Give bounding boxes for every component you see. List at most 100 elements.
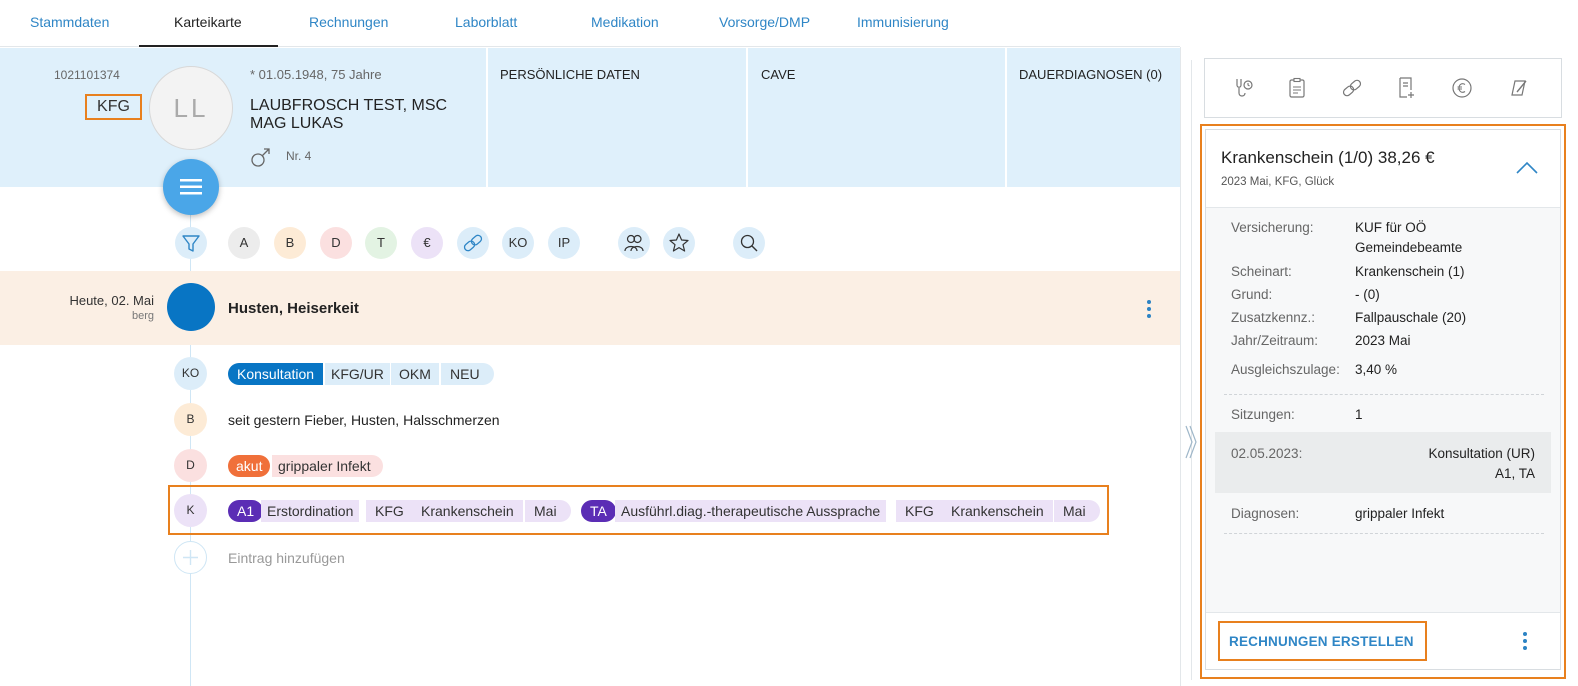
header-divider	[486, 48, 488, 187]
link-icon[interactable]	[1340, 76, 1364, 100]
card-key-sitzungen: Sitzungen:	[1231, 407, 1295, 422]
k-code-a1[interactable]: A1	[228, 500, 264, 522]
filter-favorites[interactable]	[663, 227, 695, 259]
filter-b[interactable]: B	[274, 227, 306, 259]
card-value-grund: - (0)	[1355, 287, 1380, 302]
d-label: D	[174, 449, 207, 482]
card-key-jahr: Jahr/Zeitraum:	[1231, 333, 1319, 348]
filter-t[interactable]: T	[365, 227, 397, 259]
add-entry-placeholder[interactable]: Eintrag hinzufügen	[228, 550, 345, 566]
stethoscope-icon[interactable]	[1232, 76, 1256, 100]
filter-euro[interactable]: €	[411, 227, 443, 259]
add-document-icon[interactable]	[1395, 76, 1419, 100]
session-date: 02.05.2023:	[1231, 446, 1303, 461]
card-value-diagnosen: grippaler Infekt	[1355, 506, 1445, 521]
card-key-ausgleichszulage: Ausgleichszulage:	[1231, 362, 1340, 377]
patient-id: 1021101374	[54, 68, 120, 82]
active-tab-indicator	[139, 45, 278, 47]
session-codes: A1, TA	[1494, 466, 1535, 481]
star-icon	[669, 233, 689, 252]
chevron-up-icon[interactable]	[1514, 158, 1540, 183]
filter-button[interactable]	[175, 227, 207, 259]
filter-ko[interactable]: KO	[502, 227, 534, 259]
k-chip-mai-2[interactable]: Mai	[1054, 500, 1100, 522]
card-key-versicherung: Versicherung:	[1231, 220, 1314, 235]
edit-document-icon[interactable]	[1507, 76, 1531, 100]
male-icon	[250, 146, 272, 173]
card-more-icon[interactable]	[1516, 628, 1534, 654]
card-divider	[1224, 394, 1544, 395]
k-label: K	[174, 494, 207, 527]
filter-d[interactable]: D	[320, 227, 352, 259]
card-key-grund: Grund:	[1231, 287, 1273, 302]
entry-more-icon[interactable]	[1140, 296, 1158, 322]
card-key-diagnosen: Diagnosen:	[1231, 506, 1300, 521]
permanent-diagnoses-title[interactable]: DAUERDIAGNOSEN (0)	[1019, 67, 1162, 82]
plus-icon	[183, 550, 198, 565]
link-icon	[463, 234, 483, 252]
tab-bar: Stammdaten Karteikarte Rechnungen Laborb…	[0, 0, 1180, 47]
hamburger-icon	[180, 179, 202, 195]
tab-medikation[interactable]: Medikation	[591, 14, 659, 30]
k-chip-aussprache[interactable]: Ausführl.diag.-therapeutische Aussprache	[615, 500, 887, 522]
add-entry-button[interactable]	[174, 541, 207, 574]
ko-chip-konsultation[interactable]: Konsultation	[228, 363, 324, 385]
card-value-scheinart: Krankenschein (1)	[1355, 264, 1465, 279]
card-value-ausgleichszulage: 3,40 %	[1355, 362, 1398, 377]
d-text[interactable]: grippaler Infekt	[272, 455, 383, 477]
card-value-versicherung-line1: KUF für OÖ	[1355, 220, 1427, 235]
card-value-zusatzkennz: Fallpauschale (20)	[1355, 310, 1467, 325]
card-value-versicherung-line2: Gemeindebeamte	[1355, 240, 1463, 255]
insurance-badge: KFG	[85, 94, 142, 120]
sidebar-toolbar	[1204, 58, 1562, 118]
entry-title[interactable]: Husten, Heiserkeit	[228, 300, 359, 317]
entry-user: berg	[131, 310, 154, 322]
personal-data-title[interactable]: PERSÖNLICHE DATEN	[500, 67, 640, 82]
header-divider	[746, 48, 748, 187]
entry-marker	[167, 283, 215, 331]
ko-chip-neu[interactable]: NEU	[441, 363, 494, 385]
sidebar-divider	[1180, 47, 1181, 686]
filter-a[interactable]: A	[228, 227, 260, 259]
k-chip-kfg[interactable]: KFG	[366, 500, 413, 522]
clipboard-icon[interactable]	[1285, 76, 1309, 100]
k-chip-krankenschein-2[interactable]: Krankenschein	[942, 500, 1053, 522]
patient-name-line2: MAG LUKAS	[250, 115, 344, 132]
patient-number: Nr. 4	[286, 149, 312, 163]
b-text[interactable]: seit gestern Fieber, Husten, Halsschmerz…	[228, 412, 500, 428]
search-icon	[740, 234, 758, 252]
card-key-zusatzkennz: Zusatzkennz.:	[1231, 310, 1316, 325]
tab-karteikarte[interactable]: Karteikarte	[174, 14, 242, 30]
invoice-card-header[interactable]	[1206, 130, 1560, 208]
k-chip-krankenschein[interactable]: Krankenschein	[412, 500, 523, 522]
filter-group[interactable]	[618, 227, 650, 259]
session-description: Konsultation (UR)	[1428, 446, 1535, 461]
group-icon	[624, 234, 644, 252]
tab-immunisierung[interactable]: Immunisierung	[857, 14, 949, 30]
ko-chip-kfg-ur[interactable]: KFG/UR	[325, 363, 390, 385]
tab-rechnungen[interactable]: Rechnungen	[309, 14, 388, 30]
cave-title[interactable]: CAVE	[761, 67, 795, 82]
tab-stammdaten[interactable]: Stammdaten	[30, 14, 109, 30]
card-title: Krankenschein (1/0) 38,26 €	[1221, 148, 1435, 167]
euro-icon[interactable]	[1450, 76, 1474, 100]
k-chip-erstordination[interactable]: Erstordination	[261, 500, 360, 522]
avatar[interactable]: LL	[149, 66, 233, 150]
create-invoices-button[interactable]: RECHNUNGEN ERSTELLEN	[1229, 634, 1414, 649]
filter-ip[interactable]: IP	[548, 227, 580, 259]
card-key-scheinart: Scheinart:	[1231, 264, 1292, 279]
collapse-sidebar-icon[interactable]	[1183, 424, 1199, 460]
k-code-ta[interactable]: TA	[581, 500, 616, 522]
header-divider	[1005, 48, 1007, 187]
tab-vorsorge-dmp[interactable]: Vorsorge/DMP	[719, 14, 810, 30]
card-value-jahr: 2023 Mai	[1355, 333, 1411, 348]
sidebar-divider	[1191, 60, 1192, 680]
search-button[interactable]	[733, 227, 765, 259]
menu-button[interactable]	[163, 159, 219, 215]
tab-laborblatt[interactable]: Laborblatt	[455, 14, 517, 30]
ko-chip-okm[interactable]: OKM	[391, 363, 439, 385]
k-chip-kfg-2[interactable]: KFG	[896, 500, 943, 522]
filter-link[interactable]	[457, 227, 489, 259]
d-badge-akut[interactable]: akut	[228, 455, 271, 477]
k-chip-mai[interactable]: Mai	[525, 500, 571, 522]
